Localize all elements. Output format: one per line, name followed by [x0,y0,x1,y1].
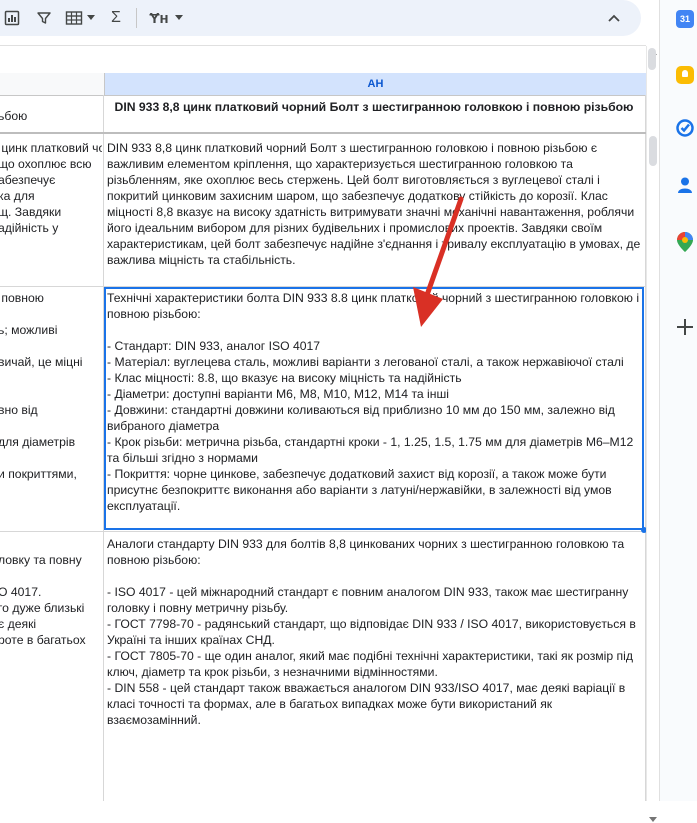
cell-header-ah[interactable]: DIN 933 8,8 цинк платковий чорний Болт з… [107,99,641,115]
add-icon[interactable] [674,316,696,338]
column-header-ah[interactable]: AH [104,73,647,96]
cell-header-a[interactable]: ьбою [0,108,102,124]
vertical-scrollbar[interactable] [646,46,659,822]
chevron-up-icon[interactable] [604,6,624,30]
toolbar: Σ Ɏн [0,0,641,36]
calendar-badge: 31 [679,14,690,24]
scrollbar-thumb[interactable] [649,136,657,166]
maps-icon[interactable] [677,232,693,252]
cell-row3-a[interactable]: ловку та повну O 4017. го дуже близькі є… [0,536,102,726]
tasks-icon[interactable] [676,119,694,137]
function-button[interactable]: Σ [106,6,126,30]
text-direction-button[interactable]: Ɏн [146,6,186,30]
scrollbar-top-thumb[interactable] [648,48,656,70]
scroll-down-icon[interactable] [649,817,657,823]
cell-row2-a[interactable]: повною ь; можливі вичай, це міцні вно ві… [0,290,102,528]
cell-row1-a[interactable]: цинк платковий чорний кріпильний що охоп… [0,140,102,284]
dropdown-arrow-icon [87,15,95,20]
cell-row3-ah[interactable]: Аналоги стандарту DIN 933 для болтів 8,8… [107,536,641,726]
annotation-arrow-icon [413,196,464,327]
grid-line [103,95,104,801]
cell-row1-ah[interactable]: DIN 933 8,8 цинк платковий чорний Болт з… [107,140,641,284]
grid-line [0,286,646,287]
divider [0,45,646,46]
chart-icon[interactable] [2,6,22,30]
filter-icon[interactable] [34,6,54,30]
dropdown-arrow-icon [174,15,183,20]
calendar-icon[interactable]: 31 [676,10,694,28]
contacts-icon[interactable] [676,176,694,194]
toolbar-divider [136,8,137,28]
table-icon[interactable] [62,6,98,30]
grid-line [0,531,646,532]
keep-icon[interactable] [676,66,694,84]
text-direction-label: Ɏн [149,9,169,27]
grid-line [0,132,646,134]
cell-row2-ah[interactable]: Технічні характеристики болта DIN 933 8.… [107,290,641,528]
